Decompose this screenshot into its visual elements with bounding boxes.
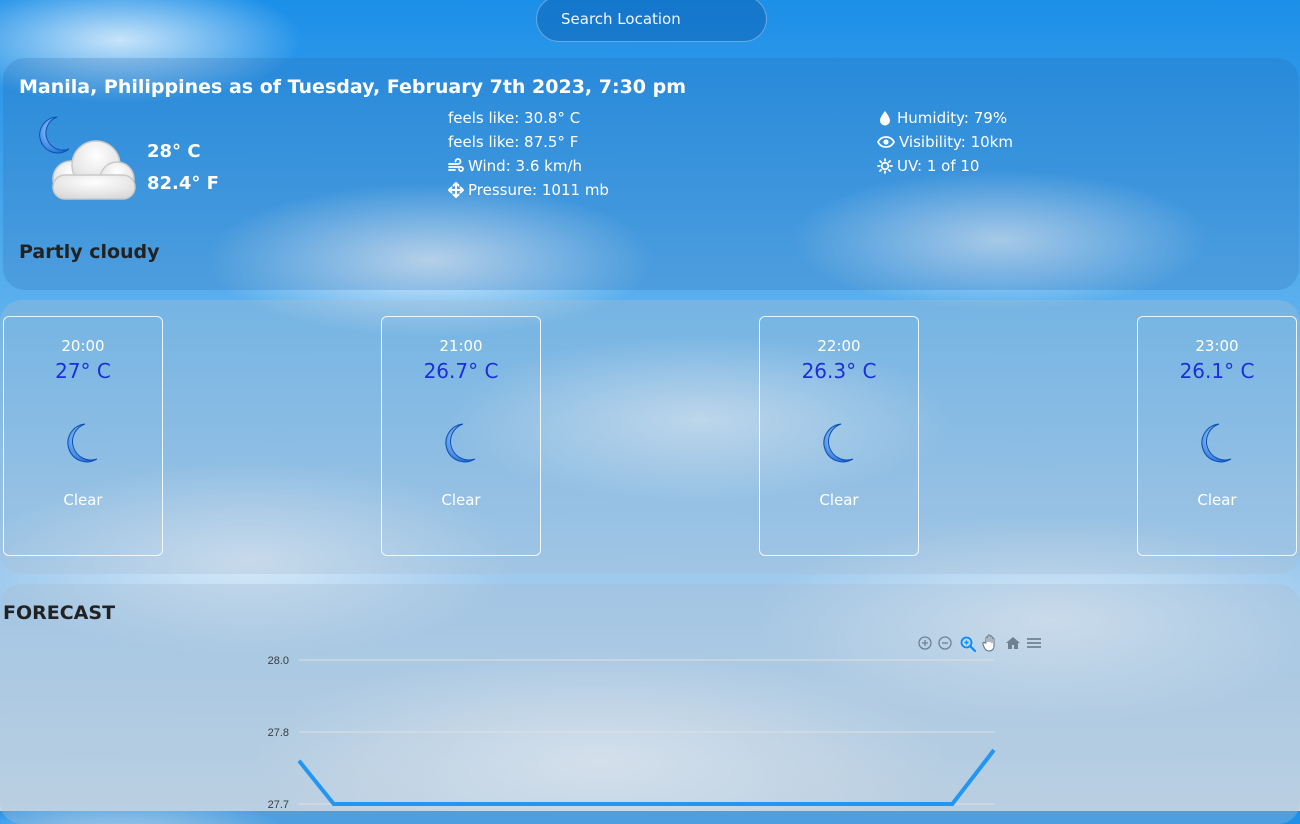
hour-card: 21:00 26.7° C Clear bbox=[381, 316, 541, 556]
temp-fahrenheit: 82.4° F bbox=[147, 173, 219, 194]
pressure-row: Pressure: 1011 mb bbox=[448, 178, 609, 202]
current-temps: 28° C 82.4° F bbox=[147, 141, 219, 205]
humidity-row: Humidity: 79% bbox=[877, 106, 1013, 130]
hour-temp: 26.3° C bbox=[801, 359, 877, 383]
feels-like-f: feels like: 87.5° F bbox=[448, 133, 579, 151]
hour-temp: 26.1° C bbox=[1179, 359, 1255, 383]
hour-desc: Clear bbox=[63, 491, 103, 509]
hour-card: 22:00 26.3° C Clear bbox=[759, 316, 919, 556]
y-tick-label: 27.7 bbox=[268, 799, 289, 811]
moon-icon bbox=[760, 421, 918, 465]
hour-temp: 27° C bbox=[55, 359, 111, 383]
forecast-panel: FORECAST 28.0 27.8 27.7 bbox=[0, 584, 1300, 824]
hourly-panel: 20:00 27° C Clear 21:00 26.7° C Clear 22… bbox=[0, 300, 1300, 574]
temp-celsius: 28° C bbox=[147, 141, 201, 162]
forecast-chart: 28.0 27.8 27.7 bbox=[268, 655, 996, 811]
moon-icon bbox=[1138, 421, 1296, 465]
condition-text: Partly cloudy bbox=[19, 241, 160, 263]
location-title: Manila, Philippines as of Tuesday, Febru… bbox=[19, 76, 687, 98]
current-weather-panel: Manila, Philippines as of Tuesday, Febru… bbox=[3, 58, 1299, 290]
humidity-visibility-uv: Humidity: 79% Visibility: 10km UV: 1 of … bbox=[877, 106, 1013, 178]
hour-card: 23:00 26.1° C Clear bbox=[1137, 316, 1297, 556]
moon-icon bbox=[4, 421, 162, 465]
hour-time: 22:00 bbox=[817, 337, 861, 355]
feels-like-c: feels like: 30.8° C bbox=[448, 109, 581, 127]
moon-icon bbox=[382, 421, 540, 465]
droplet-icon bbox=[880, 111, 890, 126]
search-input[interactable] bbox=[536, 0, 767, 42]
visibility-row: Visibility: 10km bbox=[877, 130, 1013, 154]
hour-time: 23:00 bbox=[1195, 337, 1239, 355]
wind-icon bbox=[448, 158, 464, 172]
y-tick-label: 28.0 bbox=[268, 655, 289, 667]
series-line bbox=[297, 748, 996, 806]
hour-desc: Clear bbox=[819, 491, 859, 509]
hour-desc: Clear bbox=[441, 491, 481, 509]
hour-card: 20:00 27° C Clear bbox=[3, 316, 163, 556]
hour-time: 20:00 bbox=[61, 337, 105, 355]
hour-temp: 26.7° C bbox=[423, 359, 499, 383]
moon-cloud-icon bbox=[31, 113, 141, 212]
uv-row: UV: 1 of 10 bbox=[877, 154, 1013, 178]
arrows-icon bbox=[448, 182, 464, 198]
wind-row: Wind: 3.6 km/h bbox=[448, 154, 609, 178]
feels-wind-pressure: feels like: 30.8° C feels like: 87.5° F … bbox=[448, 106, 609, 202]
y-tick-label: 27.8 bbox=[268, 727, 289, 739]
hour-desc: Clear bbox=[1197, 491, 1237, 509]
hour-time: 21:00 bbox=[439, 337, 483, 355]
sun-icon bbox=[877, 158, 893, 174]
eye-icon bbox=[877, 136, 895, 148]
